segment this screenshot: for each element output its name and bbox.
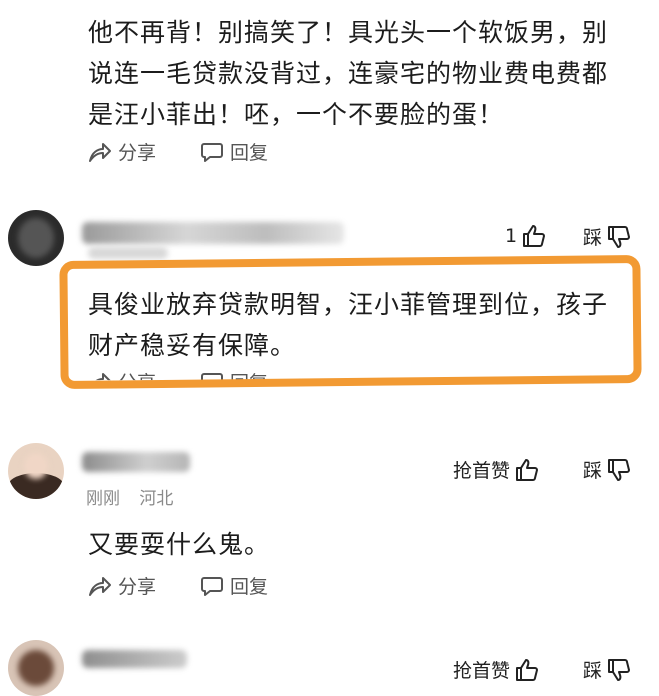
comment-line: 说连一毛贷款没背过，连豪宅的物业费电费都 — [88, 59, 609, 88]
reply-icon — [201, 142, 223, 162]
thumbs-up-icon — [516, 458, 539, 481]
dislike-button[interactable]: 踩 — [583, 223, 632, 250]
comment-body: 又要耍什么鬼。 — [88, 530, 271, 559]
share-label: 分享 — [118, 576, 157, 598]
first-like-label: 抢首赞 — [453, 660, 511, 682]
comment-location: 河北 — [139, 489, 174, 509]
share-icon — [89, 142, 111, 162]
avatar[interactable] — [8, 210, 64, 266]
dislike-label: 踩 — [583, 660, 603, 682]
comment-line: 是汪小菲出！呸，一个不要脸的蛋！ — [88, 100, 505, 129]
dislike-button[interactable]: 踩 — [583, 456, 632, 483]
thumbs-down-icon — [608, 225, 631, 248]
share-button[interactable]: 分享 — [88, 138, 156, 165]
username-blurred[interactable] — [82, 222, 344, 244]
comment-body: 他不再背！别搞笑了！具光头一个软饭男，别 说连一毛贷款没背过，连豪宅的物业费电费… — [88, 12, 648, 135]
username-blurred[interactable] — [82, 452, 190, 472]
thumbs-down-icon — [608, 658, 631, 681]
reply-button[interactable]: 回复 — [200, 572, 268, 599]
reply-button[interactable]: 回复 — [200, 138, 268, 165]
like-count: 1 — [505, 225, 518, 247]
share-button[interactable]: 分享 — [88, 572, 156, 599]
comment-meta: 刚刚 河北 — [86, 484, 173, 509]
share-icon — [89, 576, 111, 596]
avatar[interactable] — [8, 443, 64, 499]
username-blurred[interactable] — [82, 650, 187, 668]
first-like-label: 抢首赞 — [453, 460, 511, 482]
first-like-button[interactable]: 抢首赞 — [453, 456, 540, 483]
thumbs-up-icon — [523, 225, 546, 247]
avatar[interactable] — [8, 640, 64, 696]
dislike-label: 踩 — [583, 227, 603, 249]
like-button[interactable]: 1 — [505, 223, 547, 249]
reply-label: 回复 — [230, 576, 269, 598]
dislike-button[interactable]: 踩 — [583, 656, 632, 683]
thumbs-down-icon — [608, 458, 631, 481]
comment-line: 他不再背！别搞笑了！具光头一个软饭男，别 — [88, 18, 609, 47]
share-label: 分享 — [118, 142, 157, 164]
thumbs-up-icon — [516, 658, 539, 681]
comment-time: 刚刚 — [86, 489, 120, 509]
first-like-button[interactable]: 抢首赞 — [453, 656, 540, 683]
reply-icon — [201, 576, 223, 596]
dislike-label: 踩 — [583, 460, 603, 482]
meta-blurred — [88, 247, 168, 259]
highlight-frame — [59, 254, 642, 390]
reply-label: 回复 — [230, 142, 269, 164]
